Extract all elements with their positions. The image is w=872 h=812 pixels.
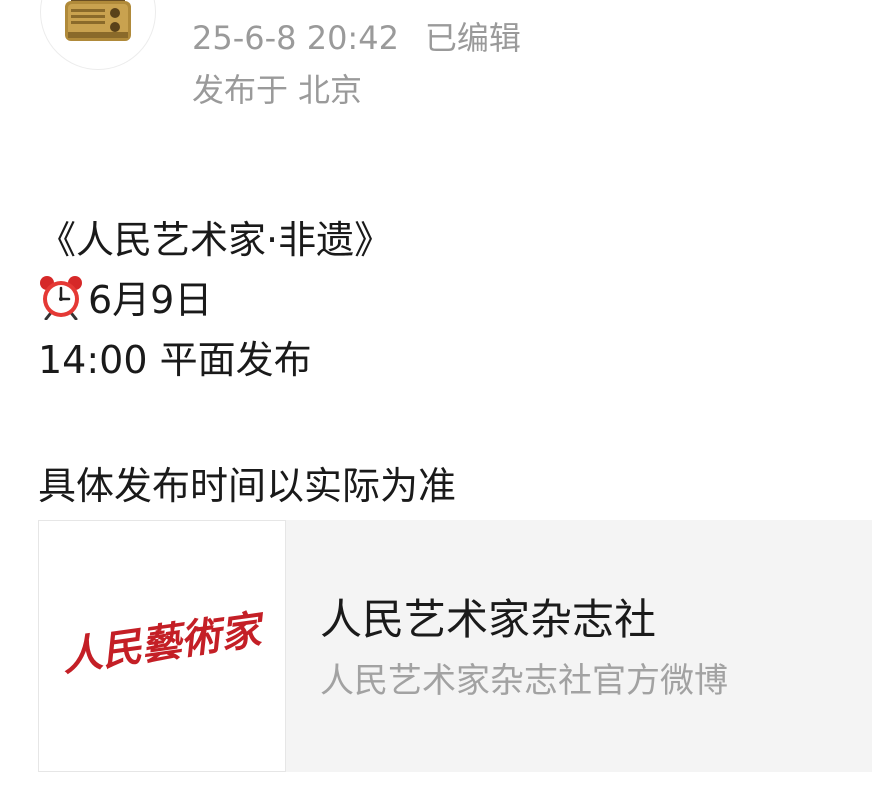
- brand-logo: 人民藝術家: [59, 606, 270, 681]
- user-avatar[interactable]: [40, 0, 156, 70]
- card-title: 人民艺术家杂志社: [320, 595, 657, 644]
- edited-label[interactable]: 已编辑: [425, 19, 521, 57]
- radio-icon: [65, 0, 131, 41]
- alarm-clock-icon: [40, 276, 82, 320]
- post-timestamp: 25-6-8 20:42: [192, 19, 399, 57]
- weibo-post: 25-6-8 20:42 已编辑 发布于 北京 《人民艺术家·非遗》 6月9日 14…: [0, 0, 872, 812]
- card-thumbnail: 人民藝術家: [38, 520, 286, 772]
- post-meta-time: 25-6-8 20:42 已编辑: [192, 18, 521, 58]
- brand-logo-text: 人民藝術家: [59, 606, 270, 681]
- profile-link-card[interactable]: 人民藝術家 人民艺术家杂志社 人民艺术家杂志社官方微博: [38, 520, 872, 772]
- published-prefix: 发布于: [192, 71, 289, 109]
- post-location: 北京: [298, 71, 363, 109]
- card-subtitle: 人民艺术家杂志社官方微博: [320, 661, 728, 701]
- post-line-time: 14:00 平面发布: [38, 338, 312, 382]
- post-meta-location: 发布于 北京: [192, 70, 362, 110]
- post-date-text: 6月9日: [88, 278, 213, 322]
- post-line-date: 6月9日: [38, 270, 212, 330]
- post-line-title: 《人民艺术家·非遗》: [38, 218, 393, 262]
- post-line-note: 具体发布时间以实际为准: [38, 464, 457, 508]
